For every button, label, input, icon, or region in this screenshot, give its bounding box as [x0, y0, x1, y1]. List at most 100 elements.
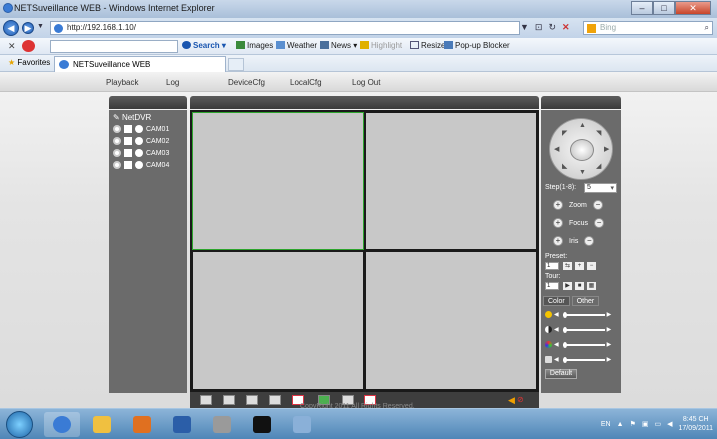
- back-button[interactable]: ◀: [3, 20, 19, 36]
- forward-button[interactable]: ▶: [22, 22, 34, 34]
- tour-grid-icon[interactable]: ▦: [587, 282, 596, 290]
- record-icon[interactable]: [113, 149, 121, 157]
- taskbar-paint[interactable]: [204, 412, 240, 437]
- refresh-icon[interactable]: ↻: [548, 22, 556, 33]
- favorites-button[interactable]: ★ Favorites: [8, 58, 50, 67]
- quad-view-icon[interactable]: [246, 395, 258, 405]
- decrease-icon[interactable]: ◀: [554, 326, 559, 333]
- display-icon[interactable]: ▭: [654, 420, 661, 428]
- toolbar-search-input[interactable]: [50, 40, 178, 53]
- taskbar-ie[interactable]: [44, 412, 80, 437]
- toolbar-images[interactable]: Images: [236, 41, 273, 50]
- recent-pages-dropdown-icon[interactable]: ▼: [37, 23, 44, 30]
- menu-log[interactable]: Log: [166, 78, 179, 87]
- preset-add-icon[interactable]: +: [575, 262, 584, 270]
- search-icon[interactable]: ⌕: [705, 22, 709, 34]
- menu-devicecfg[interactable]: DeviceCfg: [228, 78, 265, 87]
- increase-icon[interactable]: ▶: [607, 341, 612, 348]
- mute-icon[interactable]: ⊘: [517, 395, 524, 404]
- ptz-downright-icon[interactable]: ◢: [596, 162, 601, 170]
- toolbar-highlight[interactable]: Highlight: [360, 41, 402, 50]
- brightness-slider[interactable]: [562, 311, 605, 318]
- play-icon[interactable]: [135, 149, 143, 157]
- saturation-slider[interactable]: [562, 341, 605, 348]
- toolbar-popup-blocker[interactable]: Pop-up Blocker: [444, 41, 510, 50]
- menu-localcfg[interactable]: LocalCfg: [290, 78, 322, 87]
- ptz-joystick[interactable]: ▲ ▼ ◀ ▶ ◤ ◥ ◣ ◢: [549, 118, 613, 180]
- ptz-downleft-icon[interactable]: ◣: [562, 162, 567, 170]
- ptz-up-icon[interactable]: ▲: [579, 122, 586, 129]
- network-tray-icon[interactable]: ▣: [642, 420, 649, 428]
- video-icon[interactable]: [124, 137, 132, 145]
- default-button[interactable]: Default: [545, 369, 577, 379]
- focus-in-button[interactable]: +: [553, 218, 563, 228]
- tour-play-icon[interactable]: ▶: [563, 282, 572, 290]
- decrease-icon[interactable]: ◀: [554, 341, 559, 348]
- ptz-upleft-icon[interactable]: ◤: [562, 129, 567, 137]
- taskbar-word[interactable]: [164, 412, 200, 437]
- bing-search-field[interactable]: Bing ⌕: [583, 21, 713, 35]
- nine-view-icon[interactable]: [269, 395, 281, 405]
- taskbar-network[interactable]: [284, 412, 320, 437]
- video-cell-4[interactable]: [366, 252, 536, 389]
- video-icon[interactable]: [124, 161, 132, 169]
- close-toolbar-icon[interactable]: ✕: [8, 41, 16, 52]
- ptz-right-icon[interactable]: ▶: [604, 145, 609, 153]
- cam-item[interactable]: CAM02: [113, 137, 169, 145]
- increase-icon[interactable]: ▶: [607, 356, 612, 363]
- speaker-icon[interactable]: ◀: [667, 420, 672, 428]
- video-cell-3[interactable]: [193, 252, 363, 389]
- new-tab-button[interactable]: [228, 58, 244, 71]
- stop-icon[interactable]: ✕: [562, 22, 570, 33]
- increase-icon[interactable]: ▶: [607, 311, 612, 318]
- toolbar-search-button[interactable]: Search ▾: [182, 41, 226, 50]
- close-button[interactable]: ✕: [675, 1, 711, 15]
- zoom-in-button[interactable]: +: [553, 200, 563, 210]
- play-icon[interactable]: [135, 125, 143, 133]
- maximize-button[interactable]: □: [653, 1, 675, 15]
- language-indicator[interactable]: EN: [601, 421, 611, 428]
- contrast-slider[interactable]: [562, 326, 605, 333]
- preset-remove-icon[interactable]: −: [587, 262, 596, 270]
- play-icon[interactable]: [135, 137, 143, 145]
- hue-slider[interactable]: [562, 356, 605, 363]
- clock[interactable]: 8:45 CH 17/09/2011: [678, 415, 713, 433]
- menu-logout[interactable]: Log Out: [352, 78, 380, 87]
- video-icon[interactable]: [124, 125, 132, 133]
- compat-view-icon[interactable]: ⊡: [535, 22, 543, 33]
- play-icon[interactable]: [135, 161, 143, 169]
- cam-item[interactable]: CAM04: [113, 161, 169, 169]
- record-icon[interactable]: [113, 137, 121, 145]
- ptz-upright-icon[interactable]: ◥: [596, 129, 601, 137]
- minimize-button[interactable]: –: [631, 1, 653, 15]
- increase-icon[interactable]: ▶: [607, 326, 612, 333]
- tour-input[interactable]: 1: [545, 282, 559, 290]
- tour-stop-icon[interactable]: ■: [575, 282, 584, 290]
- fullscreen-icon[interactable]: [200, 395, 212, 405]
- tab-color[interactable]: Color: [543, 296, 570, 306]
- decrease-icon[interactable]: ◀: [554, 311, 559, 318]
- video-cell-2[interactable]: [366, 113, 536, 249]
- menu-playback[interactable]: Playback: [106, 78, 138, 87]
- url-field[interactable]: http://192.168.1.10/: [50, 21, 520, 35]
- browser-tab[interactable]: NETSuveillance WEB: [54, 56, 226, 72]
- toolbar-logo-icon[interactable]: [22, 40, 35, 52]
- record-icon[interactable]: [113, 125, 121, 133]
- volume-icon[interactable]: ◀: [508, 395, 515, 406]
- taskbar-media[interactable]: [124, 412, 160, 437]
- single-view-icon[interactable]: [223, 395, 235, 405]
- preset-input[interactable]: 1: [545, 262, 559, 270]
- video-cell-1[interactable]: [192, 112, 364, 250]
- toolbar-news[interactable]: News ▾: [320, 41, 357, 50]
- toolbar-weather[interactable]: Weather: [276, 41, 317, 50]
- ptz-down-icon[interactable]: ▼: [579, 169, 586, 176]
- ptz-center[interactable]: [570, 139, 594, 161]
- preset-goto-icon[interactable]: ⇆: [563, 262, 572, 270]
- focus-out-button[interactable]: −: [594, 218, 605, 228]
- cam-item[interactable]: CAM01: [113, 125, 169, 133]
- tree-root[interactable]: ✎ NetDVR: [113, 113, 151, 122]
- flag-icon[interactable]: ⚑: [630, 420, 636, 428]
- zoom-out-button[interactable]: −: [592, 200, 603, 210]
- tray-expand-icon[interactable]: ▲: [617, 421, 624, 428]
- toolbar-resize[interactable]: Resize: [410, 41, 445, 50]
